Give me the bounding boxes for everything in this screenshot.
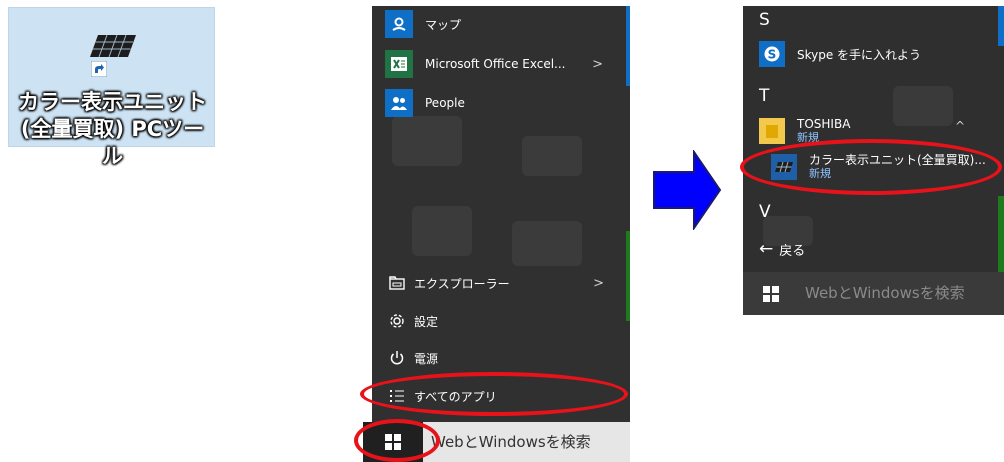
search-box[interactable]: WebとWindowsを検索 [431,422,591,462]
shortcut-arrow-icon [91,61,107,77]
chevron-up-icon[interactable]: ^ [955,119,965,133]
section-letter-v[interactable]: V [759,202,771,222]
app-people[interactable]: People [385,88,621,118]
menu-item-settings[interactable]: 設定 [388,306,624,336]
search-box[interactable]: WebとWindowsを検索 [805,272,965,315]
taskbar-left: WebとWindowsを検索 [363,422,630,462]
menu-item-label: 電源 [414,351,439,366]
menu-item-label: すべてのアプリ [414,389,497,404]
app-label: TOSHIBA [797,117,851,131]
maps-icon [385,10,413,38]
folder-icon [759,118,785,144]
arrow-left-icon: ← [759,239,774,259]
power-icon [388,350,406,366]
section-letter-t[interactable]: T [759,86,769,106]
shortcut-label: カラー表示ユニット(全量買取) PCツール [18,90,207,168]
back-button[interactable]: ← 戻る [759,239,805,259]
excel-icon [385,50,413,78]
app-excel[interactable]: Microsoft Office Excel... > [385,49,621,79]
gear-icon [388,313,406,329]
start-button[interactable] [751,272,791,315]
app-label: マップ [425,17,462,32]
new-badge: 新規 [809,167,831,180]
app-label: Skype を手に入れよう [797,47,922,62]
chevron-right-icon[interactable]: > [593,276,604,291]
menu-item-power[interactable]: 電源 [388,343,624,373]
start-button[interactable] [363,422,423,462]
skype-icon: S [759,41,785,67]
arrow-right-icon [653,150,722,230]
app-toshiba-folder[interactable]: TOSHIBA 新規 ^ [759,117,995,145]
app-label: Microsoft Office Excel... [425,57,566,71]
menu-item-label: 設定 [414,314,439,329]
desktop-shortcut[interactable]: カラー表示ユニット(全量買取) PCツール [8,7,215,168]
file-explorer-icon [388,276,406,290]
app-skype[interactable]: S Skype を手に入れよう [759,41,995,67]
svg-text:S: S [768,48,777,62]
start-menu-right: S S Skype を手に入れよう T TOSHIBA 新規 ^ カラー表示ユニ… [743,6,1004,315]
all-apps-list-icon [388,389,406,403]
app-color-display-unit[interactable]: カラー表示ユニット(全量買取)... 新規 [771,153,1004,181]
app-label: カラー表示ユニット(全量買取)... [809,153,986,167]
menu-item-label: エクスプローラー [414,276,510,291]
taskbar-right: WebとWindowsを検索 [743,272,1004,315]
new-badge: 新規 [797,131,819,144]
chevron-right-icon[interactable]: > [592,57,603,72]
solar-panel-icon [771,154,797,180]
app-maps[interactable]: マップ [385,9,621,39]
start-menu-left: マップ Microsoft Office Excel... > People エ… [372,6,630,461]
windows-logo-icon [763,285,779,302]
solar-panel-icon [90,34,136,58]
menu-item-explorer[interactable]: エクスプローラー > [388,268,624,298]
back-label: 戻る [779,243,806,259]
menu-item-all-apps[interactable]: すべてのアプリ [388,381,624,411]
section-letter-s[interactable]: S [759,10,770,30]
people-icon [385,89,413,117]
app-label: People [425,96,465,110]
windows-logo-icon [385,434,401,450]
